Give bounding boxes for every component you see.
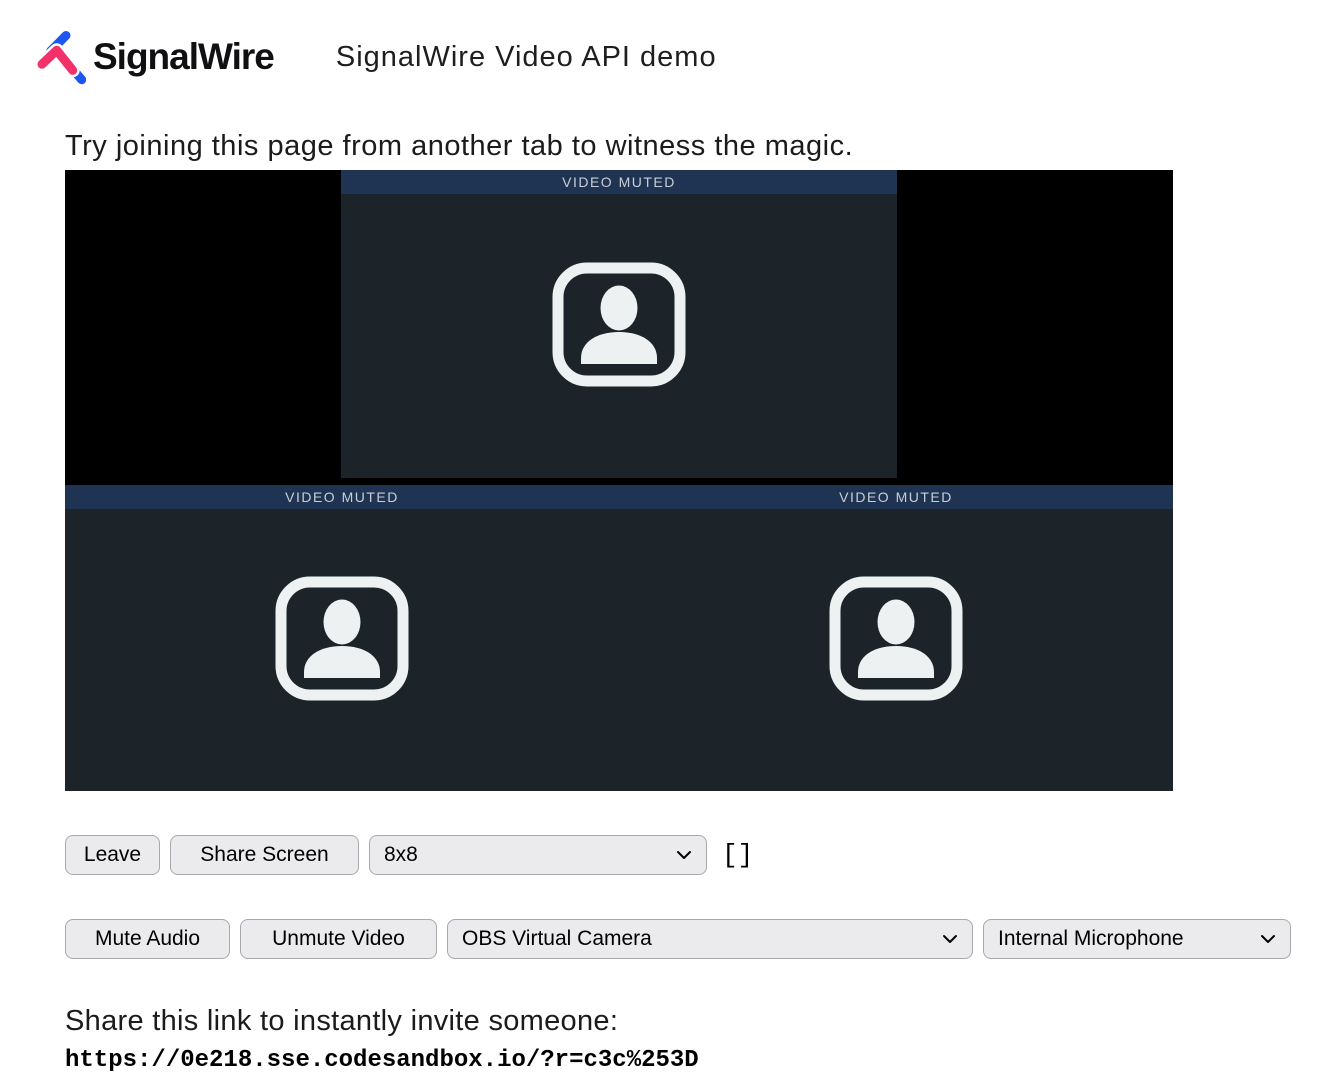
camera-select[interactable]: OBS Virtual Camera [447, 919, 973, 959]
members-list-text: [] [722, 840, 753, 870]
share-link-url: https://0e218.sse.codesandbox.io/?r=c3c%… [65, 1047, 1336, 1074]
layout-select[interactable]: 8x8 [369, 835, 707, 875]
video-tile-bottom-right: VIDEO MUTED [619, 485, 1173, 791]
person-avatar-icon [551, 261, 687, 388]
signalwire-logo-icon [30, 27, 86, 87]
brand-wordmark: SignalWire [93, 36, 274, 78]
chevron-down-icon [1260, 934, 1276, 944]
share-link-label: Share this link to instantly invite some… [65, 1005, 1336, 1038]
leave-button[interactable]: Leave [65, 835, 160, 875]
mute-audio-button[interactable]: Mute Audio [65, 919, 230, 959]
video-row-bottom: VIDEO MUTED VIDEO MUTED [65, 485, 1173, 791]
video-canvas: VIDEO MUTED VIDEO MUTED [65, 170, 1173, 791]
chevron-down-icon [676, 850, 692, 860]
person-avatar-icon [828, 575, 964, 702]
video-tile-top: VIDEO MUTED [341, 170, 897, 478]
header: SignalWire SignalWire Video API demo [0, 0, 1336, 88]
controls-row-1: Leave Share Screen 8x8 [] [65, 835, 1336, 875]
person-avatar-icon [274, 575, 410, 702]
microphone-select[interactable]: Internal Microphone [983, 919, 1291, 959]
video-muted-label: VIDEO MUTED [562, 174, 676, 190]
controls-row-2: Mute Audio Unmute Video OBS Virtual Came… [65, 919, 1336, 959]
video-muted-label: VIDEO MUTED [839, 489, 953, 505]
chevron-down-icon [942, 934, 958, 944]
page-title: SignalWire Video API demo [336, 41, 717, 74]
unmute-video-button[interactable]: Unmute Video [240, 919, 437, 959]
video-row-top: VIDEO MUTED [65, 170, 1173, 485]
main-content: Try joining this page from another tab t… [65, 130, 1336, 1074]
microphone-select-value: Internal Microphone [998, 927, 1184, 951]
camera-select-value: OBS Virtual Camera [462, 927, 652, 951]
share-screen-button[interactable]: Share Screen [170, 835, 359, 875]
intro-text: Try joining this page from another tab t… [65, 130, 1336, 163]
video-muted-label: VIDEO MUTED [285, 489, 399, 505]
video-muted-banner: VIDEO MUTED [65, 485, 619, 509]
video-muted-banner: VIDEO MUTED [619, 485, 1173, 509]
video-tile-bottom-left: VIDEO MUTED [65, 485, 619, 791]
video-muted-banner: VIDEO MUTED [341, 170, 897, 194]
layout-select-value: 8x8 [384, 843, 418, 867]
